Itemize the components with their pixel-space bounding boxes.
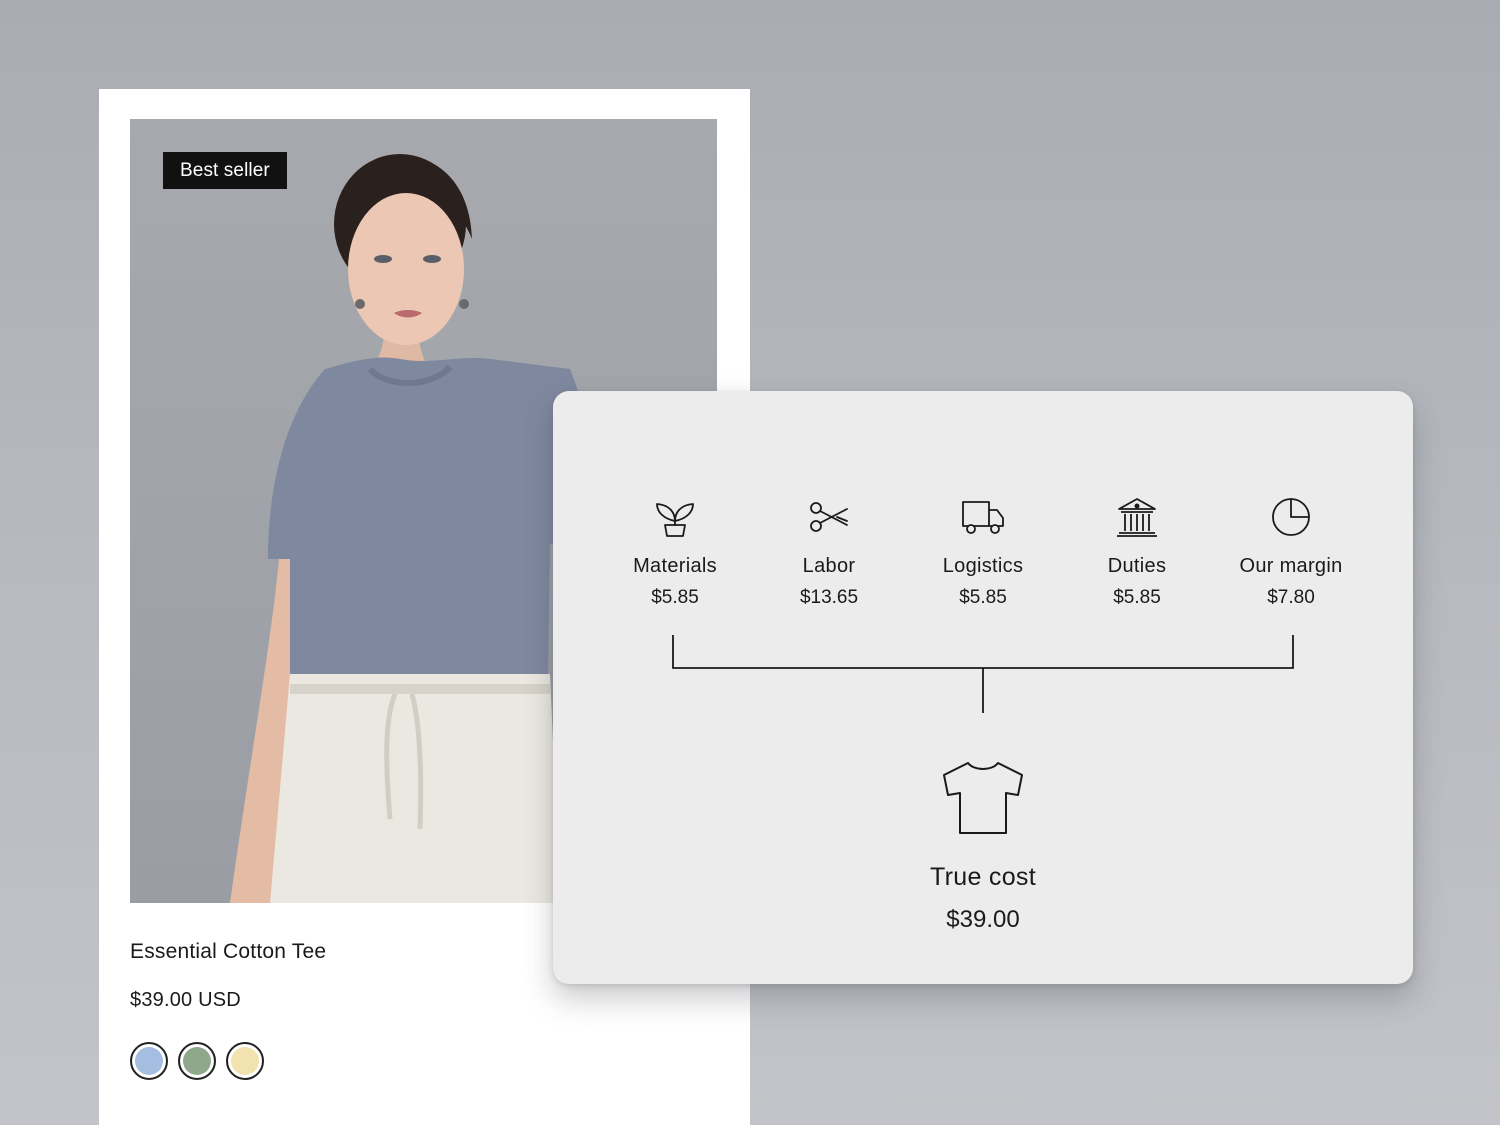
scene: Best seller Essential Cotton Tee $39.00 … [0,0,1500,1125]
total-cost: True cost $39.00 [883,759,1083,934]
cost-breakdown-panel: Materials $5.85 Labor $13.65 Logistics $… [553,391,1413,984]
best-seller-badge: Best seller [163,152,287,189]
product-price: $39.00 USD [130,989,241,1011]
swatch-blue[interactable] [130,1042,168,1080]
total-label: True cost [930,863,1036,891]
swatch-green[interactable] [178,1042,216,1080]
product-title[interactable]: Essential Cotton Tee [130,940,326,964]
color-swatches [130,1042,264,1080]
total-value: $39.00 [946,906,1020,933]
tshirt-icon [943,762,1023,834]
swatch-cream[interactable] [226,1042,264,1080]
